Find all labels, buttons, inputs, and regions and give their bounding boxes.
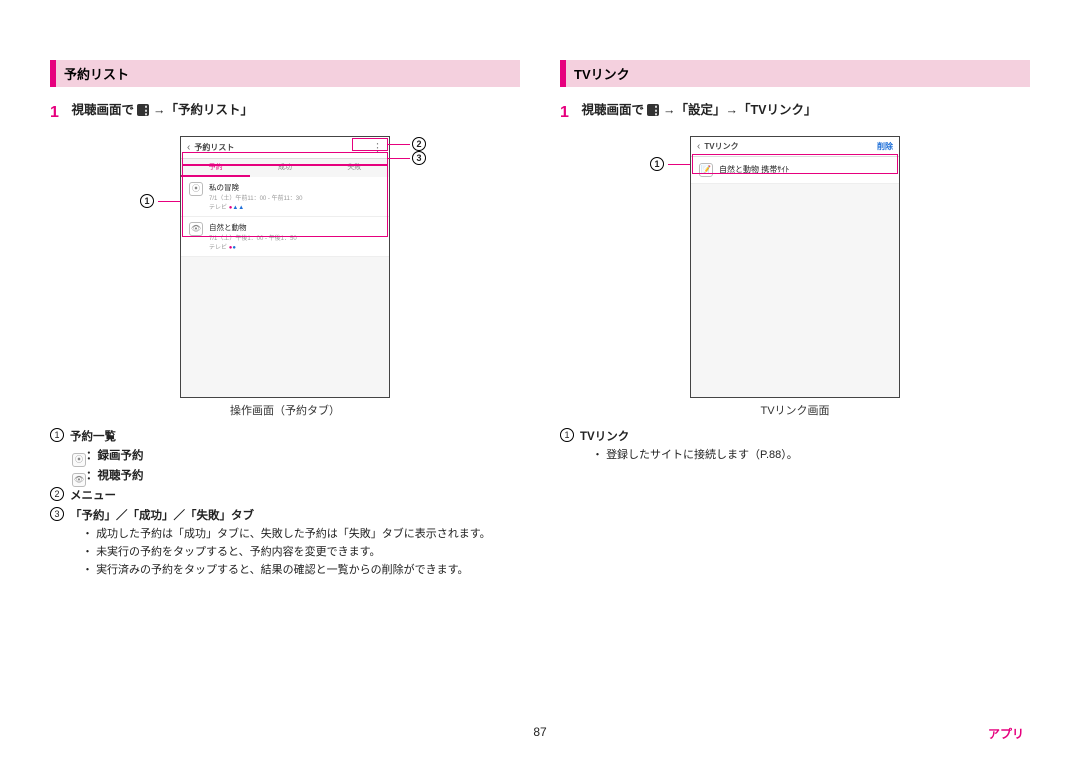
- notes-right: 1TVリンク ・ 登録したサイトに接続します（P.88）。: [560, 428, 1030, 465]
- menu-icon: [647, 104, 659, 116]
- phone-screen-right: ‹ TVリンク 削除 📝 自然と動物 携帯ｻｲﾄ: [690, 136, 900, 398]
- leader-1: [158, 201, 180, 202]
- reservation-item: ⦿ 私の冒険 7/1（土）午前11：00 - 午前11：30 テレビ ●▲▲: [181, 177, 389, 217]
- leader-2: [388, 144, 410, 145]
- bullet: ・ 未実行の予約をタップすると、予約内容を変更できます。: [82, 544, 520, 562]
- phone-figure-right: ‹ TVリンク 削除 📝 自然と動物 携帯ｻｲﾄ 1: [560, 136, 1030, 398]
- page-footer: 87 アプリ: [0, 725, 1080, 739]
- step-1-left: 1 視聴画面で →「予約リスト」: [50, 99, 520, 128]
- left-column: 予約リスト 1 視聴画面で →「予約リスト」 ‹ 予約リスト ⋮ 予約 成功: [50, 60, 520, 579]
- notes-left: 1予約一覧 ⦿：録画予約 👁：視聴予約 2メニュー 3「予約」／「成功」／「失敗…: [50, 428, 520, 579]
- phone-figure-left: ‹ 予約リスト ⋮ 予約 成功 失敗 ⦿ 私の冒険 7/1（土）午前11：00 …: [50, 136, 520, 398]
- phone-header: ‹ 予約リスト ⋮: [181, 137, 389, 159]
- callout-1r: 1: [650, 157, 664, 171]
- phone-header-title: 予約リスト: [194, 142, 234, 153]
- reservation-item: 👁 自然と動物 7/1（土）午後1：00 - 午後1：50 テレビ ●●: [181, 217, 389, 257]
- leader-3: [388, 158, 410, 159]
- tab-reserve: 予約: [181, 159, 250, 177]
- phone-header: ‹ TVリンク 削除: [691, 137, 899, 157]
- memo-icon: 📝: [699, 163, 713, 177]
- bullet: ・ 登録したサイトに接続します（P.88）。: [592, 447, 1030, 465]
- page-number: 87: [533, 725, 546, 739]
- tab-success: 成功: [250, 159, 319, 177]
- bullet: ・ 成功した予約は「成功」タブに、失敗した予約は「失敗」タブに表示されます。: [82, 526, 520, 544]
- tvlink-item: 📝 自然と動物 携帯ｻｲﾄ: [691, 157, 899, 184]
- step-number-1: 1: [50, 99, 68, 128]
- footer-app-label: アプリ: [988, 725, 1024, 742]
- back-icon: ‹: [187, 142, 190, 153]
- record-icon: ⦿: [72, 453, 86, 467]
- tab-fail: 失敗: [320, 159, 389, 177]
- section-title-right: TVリンク: [560, 60, 1030, 87]
- view-icon: 👁: [72, 473, 86, 487]
- leader-1r: [668, 164, 690, 165]
- callout-3: 3: [412, 151, 426, 165]
- phone-header-title: TVリンク: [704, 141, 738, 152]
- phone-screen-left: ‹ 予約リスト ⋮ 予約 成功 失敗 ⦿ 私の冒険 7/1（土）午前11：00 …: [180, 136, 390, 398]
- caption-left: 操作画面（予約タブ）: [50, 402, 520, 418]
- section-title-left: 予約リスト: [50, 60, 520, 87]
- record-icon: ⦿: [189, 182, 203, 196]
- menu-icon: [137, 104, 149, 116]
- back-icon: ‹: [697, 141, 700, 152]
- callout-1: 1: [140, 194, 154, 208]
- step-number-1: 1: [560, 99, 578, 128]
- step-1-right: 1 視聴画面で →「設定」→「TVリンク」: [560, 99, 1030, 128]
- view-icon: 👁: [189, 222, 203, 236]
- caption-right: TVリンク画面: [560, 402, 1030, 418]
- right-column: TVリンク 1 視聴画面で →「設定」→「TVリンク」 ‹ TVリンク 削除 📝…: [560, 60, 1030, 579]
- menu-dots-icon: ⋮: [372, 141, 383, 154]
- callout-2: 2: [412, 137, 426, 151]
- delete-label: 削除: [877, 141, 893, 152]
- tabs-row: 予約 成功 失敗: [181, 159, 389, 177]
- bullet: ・ 実行済みの予約をタップすると、結果の確認と一覧からの削除ができます。: [82, 562, 520, 580]
